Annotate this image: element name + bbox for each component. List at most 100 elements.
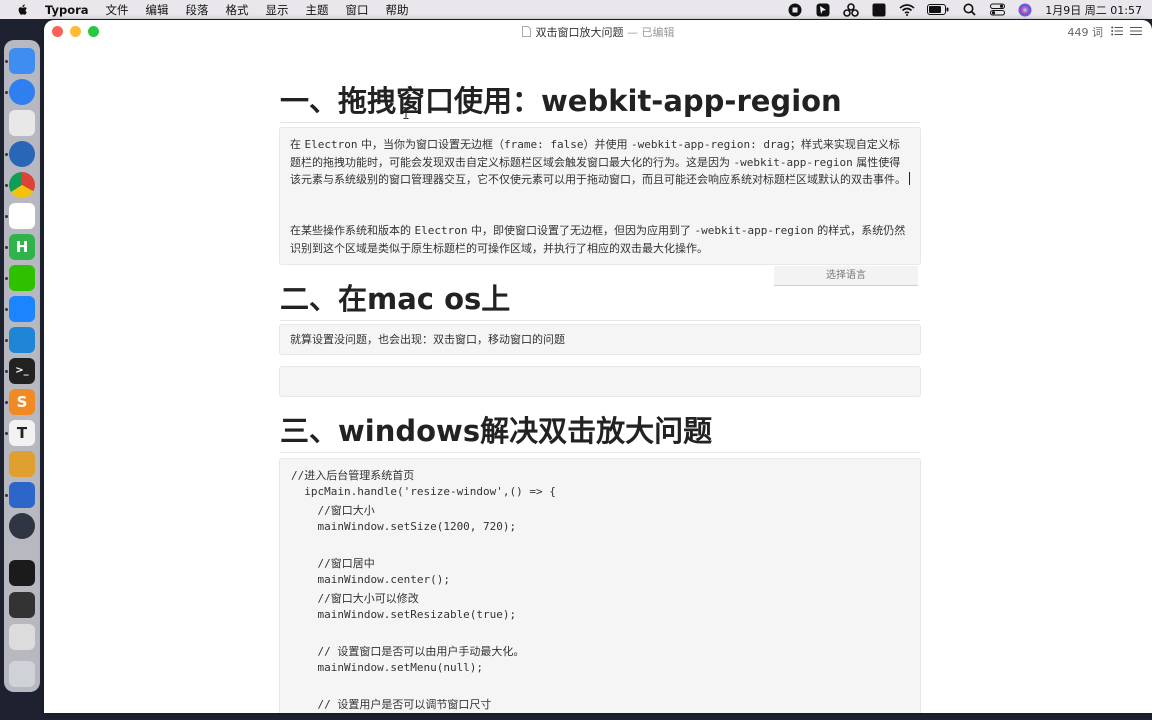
- window-title: 双击窗口放大问题 — 已编辑: [44, 24, 1152, 40]
- wechat-icon[interactable]: [9, 265, 35, 291]
- lark-icon[interactable]: [9, 296, 35, 322]
- running-indicator: [5, 277, 8, 280]
- baidu-netdisk-icon[interactable]: [9, 203, 35, 229]
- inline-code: Electron: [414, 224, 468, 237]
- menu-app-name[interactable]: Typora: [45, 3, 89, 17]
- heading-windows-fix[interactable]: 三、windows解决双击放大问题: [280, 408, 920, 453]
- control-center-icon[interactable]: [989, 3, 1005, 17]
- paragraph-text: 中，当你为窗口设置无边框（: [357, 138, 504, 151]
- typora-icon[interactable]: T: [9, 420, 35, 446]
- paragraph-text: 中，即使窗口设置了无边框，但因为应用到了: [467, 224, 695, 237]
- code-line[interactable]: mainWindow.setResizable(true);: [291, 608, 516, 621]
- menu-format[interactable]: 格式: [226, 2, 249, 18]
- menu-clock[interactable]: 1月9日 周二 01:57: [1045, 2, 1142, 18]
- code-line[interactable]: //窗口大小: [291, 502, 374, 518]
- paint-icon[interactable]: [9, 451, 35, 477]
- record-icon[interactable]: [787, 3, 803, 17]
- inline-code: -webkit-app-region: drag: [630, 138, 790, 151]
- paragraph-drag-cause[interactable]: 在 Electron 中，当你为窗口设置无边框（frame: false）并使用…: [290, 136, 910, 189]
- window-thumbnail-3[interactable]: [9, 624, 35, 650]
- terminal-icon[interactable]: >_: [9, 358, 35, 384]
- menu-file[interactable]: 文件: [106, 2, 129, 18]
- document-icon: [521, 26, 531, 37]
- code-line[interactable]: //窗口大小可以修改: [291, 590, 418, 606]
- paragraph-os-behavior[interactable]: 在某些操作系统和版本的 Electron 中，即使窗口设置了无边框，但因为应用到…: [290, 222, 910, 257]
- electron-icon[interactable]: [9, 513, 35, 539]
- running-indicator: [5, 215, 8, 218]
- running-indicator: [5, 91, 8, 94]
- running-indicator: [5, 153, 8, 156]
- window-thumbnail-1[interactable]: [9, 560, 35, 586]
- code-line[interactable]: //进入后台管理系统首页: [291, 467, 414, 483]
- window-thumbnail-2[interactable]: [9, 592, 35, 618]
- heading-mac-os[interactable]: 二、在mac os上: [280, 276, 920, 321]
- running-indicator: [5, 432, 8, 435]
- siri-icon[interactable]: [1017, 3, 1033, 17]
- typora-window: 双击窗口放大问题 — 已编辑 449 词 一、拖拽窗口使用：webkit-app…: [44, 20, 1152, 713]
- paragraph-text: 在某些操作系统和版本的: [290, 224, 415, 237]
- heading-drag-region[interactable]: 一、拖拽窗口使用：webkit-app-region: [280, 78, 920, 123]
- battery-icon[interactable]: [927, 3, 949, 17]
- code-block-resize-window[interactable]: //进入后台管理系统首页 ipcMain.handle('resize-wind…: [279, 458, 921, 713]
- menu-help[interactable]: 帮助: [386, 2, 409, 18]
- running-indicator: [5, 339, 8, 342]
- title-bar[interactable]: 双击窗口放大问题 — 已编辑 449 词: [44, 20, 1152, 42]
- running-indicator: [5, 308, 8, 311]
- chrome-icon[interactable]: [9, 172, 35, 198]
- blockquote-drag-explanation[interactable]: 在 Electron 中，当你为窗口设置无边框（frame: false）并使用…: [279, 127, 921, 265]
- wifi-icon[interactable]: [899, 3, 915, 17]
- inline-code: -webkit-app-region: [694, 224, 814, 237]
- inline-code: -webkit-app-region: [733, 155, 853, 169]
- menu-theme[interactable]: 主题: [306, 2, 329, 18]
- sublime-text-icon[interactable]: S: [9, 389, 35, 415]
- toc-icon[interactable]: [1130, 26, 1142, 39]
- trash-icon[interactable]: [9, 661, 35, 687]
- menu-view[interactable]: 显示: [266, 2, 289, 18]
- menu-paragraph[interactable]: 段落: [186, 2, 209, 18]
- dock: H >_ S T: [4, 40, 40, 692]
- word-count[interactable]: 449 词: [1068, 24, 1104, 40]
- code-line[interactable]: mainWindow.setSize(1200, 720);: [291, 520, 516, 533]
- launchpad-icon[interactable]: [9, 110, 35, 136]
- screenshot-app-icon[interactable]: [9, 141, 35, 167]
- finder-icon[interactable]: [9, 48, 35, 74]
- window-toolbar-right: 449 词: [1068, 24, 1142, 40]
- safari-icon[interactable]: [9, 79, 35, 105]
- inline-code: Electron: [304, 138, 358, 151]
- running-indicator: [5, 246, 8, 249]
- running-indicator: [5, 401, 8, 404]
- spotlight-search-icon[interactable]: [961, 3, 977, 17]
- running-indicator: [5, 60, 8, 63]
- code-line[interactable]: //窗口居中: [291, 555, 374, 571]
- window-title-text: 双击窗口放大问题: [535, 26, 624, 39]
- inline-code: frame: false: [503, 138, 584, 151]
- text-cursor-icon: [403, 104, 409, 123]
- menu-window[interactable]: 窗口: [346, 2, 369, 18]
- hbuilder-icon[interactable]: H: [9, 234, 35, 260]
- code-line[interactable]: mainWindow.setMenu(null);: [291, 661, 483, 674]
- edited-status: 已编辑: [641, 26, 675, 39]
- code-line[interactable]: mainWindow.center();: [291, 573, 449, 586]
- blockquote-mac-issue[interactable]: 就算设置没问题，也会出现：双击窗口，移动窗口的问题: [279, 324, 921, 355]
- network-nodes-icon[interactable]: [843, 2, 860, 17]
- apple-menu-icon[interactable]: [15, 3, 31, 17]
- input-method-icon[interactable]: [871, 3, 887, 17]
- menu-edit[interactable]: 编辑: [146, 2, 169, 18]
- paragraph-text: ）并使用: [583, 138, 631, 151]
- status-area: 1月9日 周二 01:57: [787, 0, 1152, 19]
- menu-bar: Typora 文件 编辑 段落 格式 显示 主题 窗口 帮助 1月9日 周二 0…: [0, 0, 1152, 19]
- running-indicator: [5, 494, 8, 497]
- code-line[interactable]: ipcMain.handle('resize-window',() => {: [291, 485, 556, 498]
- code-line[interactable]: // 设置用户是否可以调节窗口尺寸: [291, 696, 491, 712]
- title-separator: —: [627, 26, 638, 39]
- text-caret: [909, 172, 910, 185]
- clashx-icon[interactable]: [9, 482, 35, 508]
- running-indicator: [5, 370, 8, 373]
- empty-code-block[interactable]: [279, 366, 921, 397]
- cursor-app-icon[interactable]: [815, 3, 831, 17]
- running-indicator: [5, 184, 8, 187]
- outline-list-icon[interactable]: [1111, 26, 1123, 39]
- code-line[interactable]: // 设置窗口是否可以由用户手动最大化。: [291, 643, 524, 659]
- vscode-icon[interactable]: [9, 327, 35, 353]
- paragraph-mac-issue[interactable]: 就算设置没问题，也会出现：双击窗口，移动窗口的问题: [290, 331, 910, 349]
